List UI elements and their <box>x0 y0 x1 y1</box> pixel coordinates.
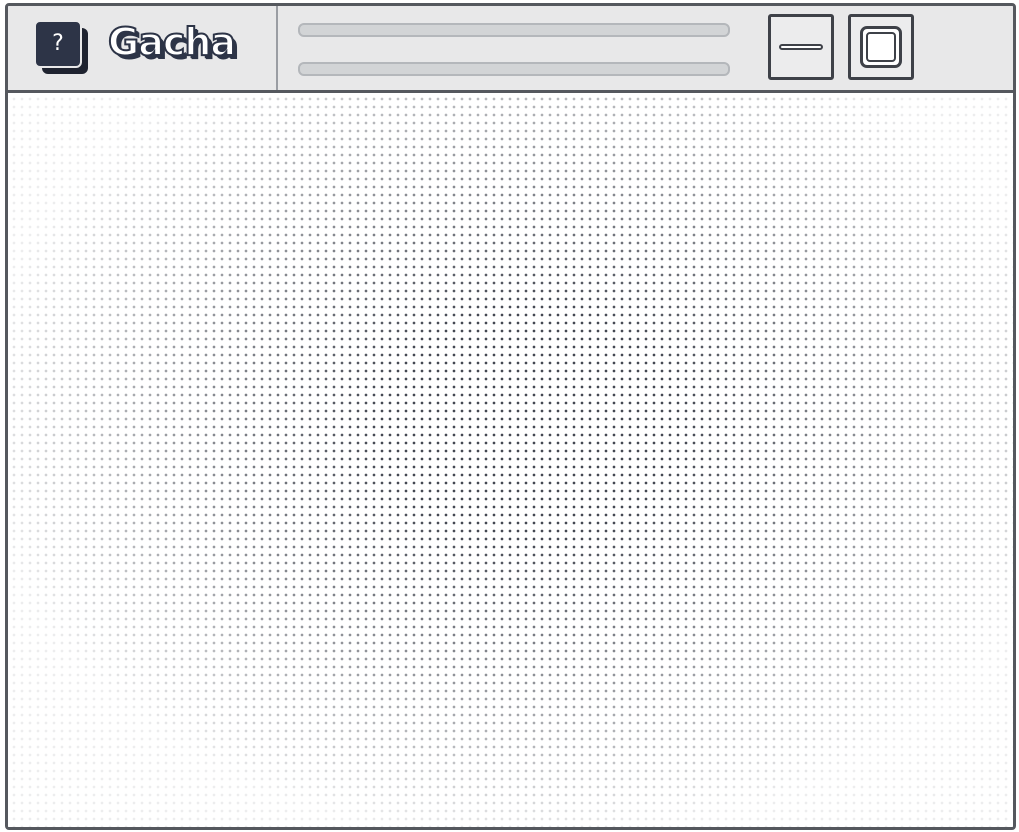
brand-area: ? Gacha <box>8 6 278 90</box>
maximize-button[interactable] <box>848 14 914 80</box>
app-title: Gacha <box>107 19 237 65</box>
minimize-icon <box>779 44 823 50</box>
canvas-vignette <box>8 93 1013 827</box>
help-app-icon: ? <box>34 20 92 74</box>
maximize-icon <box>860 26 902 68</box>
dotted-canvas[interactable] <box>8 93 1013 827</box>
minimize-button[interactable] <box>768 14 834 80</box>
title-bar[interactable]: ? Gacha <box>8 6 1013 93</box>
app-window: ? Gacha <box>5 3 1016 830</box>
placeholder-bar-bottom <box>298 62 730 76</box>
placeholder-bar-top <box>298 23 730 37</box>
question-mark-icon: ? <box>34 20 82 68</box>
